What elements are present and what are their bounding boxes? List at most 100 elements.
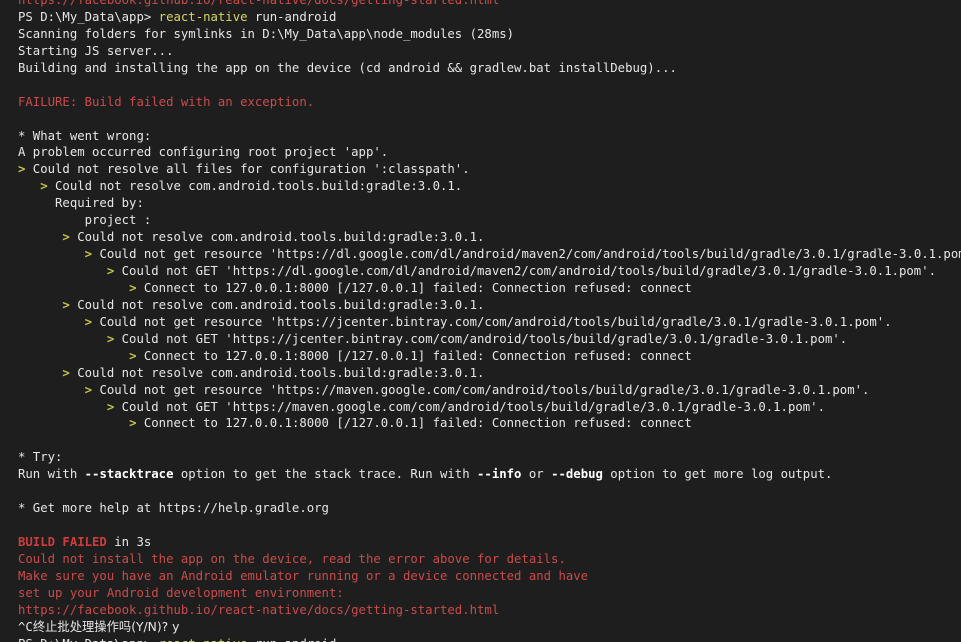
terminal-text-segment: Could not resolve com.android.tools.buil… (69, 365, 485, 380)
terminal-line: PS D:\My_Data\app> react-native run-andr… (18, 9, 961, 26)
terminal-text-segment: option to get more log output. (602, 467, 833, 482)
terminal-text-segment: Scanning folders for symlinks in D:\My_D… (18, 26, 515, 41)
terminal-text-segment: Run with (18, 467, 85, 482)
terminal-text-segment: Building and installing the app on the d… (18, 60, 677, 75)
terminal-line: > Could not get resource 'https://maven.… (18, 382, 961, 399)
terminal-text-segment: Could not resolve com.android.tools.buil… (69, 297, 485, 312)
terminal-line: Building and installing the app on the d… (18, 60, 961, 77)
terminal-window[interactable]: https://facebook.github.io/react-native/… (0, 0, 961, 642)
terminal-text-segment: or (521, 467, 552, 482)
terminal-text-segment: > (62, 365, 70, 380)
terminal-text-segment: PS D:\My_Data\app> (18, 9, 159, 24)
terminal-text-segment: --debug (551, 467, 603, 482)
terminal-text-segment: * Try: (18, 450, 63, 465)
terminal-text-segment: Connect to 127.0.0.1:8000 [/127.0.0.1] f… (136, 348, 692, 363)
terminal-line: Make sure you have an Android emulator r… (18, 568, 961, 585)
terminal-line: Scanning folders for symlinks in D:\My_D… (18, 26, 961, 43)
terminal-text-segment: Could not GET 'https://dl.google.com/dl/… (114, 264, 937, 278)
terminal-line: > Could not GET 'https://jcenter.bintray… (18, 331, 961, 348)
terminal-text-segment: --info (477, 467, 522, 482)
terminal-text-segment: A problem occurred configuring root proj… (18, 145, 389, 160)
terminal-text-segment: in 3s (106, 535, 152, 549)
terminal-line: > Could not resolve com.android.tools.bu… (18, 365, 961, 382)
terminal-text-segment: https://facebook.github.io/react-native/… (18, 602, 500, 617)
terminal-text-segment: Starting JS server... (18, 43, 174, 58)
terminal-text-segment: Required by: (18, 196, 144, 211)
terminal-text-segment: > (84, 314, 93, 329)
terminal-line: ^C终止批处理操作吗(Y/N)? y (18, 619, 961, 636)
terminal-text-segment: --stacktrace (84, 467, 174, 482)
terminal-line: > Could not get resource 'https://jcente… (18, 314, 961, 331)
terminal-text-segment: Make sure you have an Android emulator r… (18, 568, 589, 583)
terminal-line: > Could not resolve all files for config… (18, 161, 961, 178)
terminal-line: Run with --stacktrace option to get the … (18, 466, 961, 483)
terminal-text-segment: https://facebook.github.io/react-native/… (18, 0, 500, 7)
terminal-text-segment: Could not get resource 'https://dl.googl… (92, 247, 961, 262)
terminal-text-segment: FAILURE: Build failed with an exception. (18, 94, 315, 109)
terminal-line: > Could not resolve com.android.tools.bu… (18, 297, 961, 314)
terminal-text-segment: Could not resolve com.android.tools.buil… (69, 230, 485, 245)
terminal-line: > Connect to 127.0.0.1:8000 [/127.0.0.1]… (18, 348, 961, 365)
terminal-line: set up your Android development environm… (18, 585, 961, 602)
terminal-line: project : (18, 212, 961, 229)
terminal-text-segment: > (84, 247, 93, 262)
terminal-text-segment: Could not resolve all files for configur… (25, 162, 470, 177)
terminal-text-segment: set up your Android development environm… (18, 585, 344, 600)
terminal-text-segment: Connect to 127.0.0.1:8000 [/127.0.0.1] f… (136, 280, 692, 295)
terminal-text-segment: Could not install the app on the device,… (18, 551, 566, 566)
terminal-text-segment: > (40, 179, 48, 194)
terminal-text-segment: * Get more help at https://help.gradle.o… (18, 501, 329, 516)
terminal-line: > Could not resolve com.android.tools.bu… (18, 229, 961, 246)
terminal-line: > Could not get resource 'https://dl.goo… (18, 246, 961, 263)
terminal-text-segment: project : (18, 213, 152, 228)
terminal-text-segment: > (84, 382, 93, 397)
terminal-text-segment: option to get the stack trace. Run with (173, 467, 478, 482)
terminal-line: https://facebook.github.io/react-native/… (18, 0, 961, 9)
terminal-text-segment: run-android (248, 637, 336, 642)
terminal-line: Required by: (18, 195, 961, 212)
terminal-line: > Could not GET 'https://maven.google.co… (18, 399, 961, 416)
terminal-text-segment: Could not GET 'https://jcenter.bintray.c… (114, 331, 848, 346)
terminal-line: > Connect to 127.0.0.1:8000 [/127.0.0.1]… (18, 280, 961, 297)
terminal-text-segment: > (62, 230, 70, 245)
terminal-line: Starting JS server... (18, 43, 961, 60)
terminal-text-segment: * What went wrong: (18, 128, 152, 143)
terminal-line: FAILURE: Build failed with an exception. (18, 94, 961, 111)
terminal-line: Could not install the app on the device,… (18, 551, 961, 568)
terminal-text-segment: BUILD FAILED (18, 535, 107, 549)
terminal-text-segment: 终止批处理操作吗(Y/N)? y (32, 619, 180, 634)
terminal-text-segment: > (62, 297, 70, 312)
terminal-scrollback: https://facebook.github.io/react-native/… (18, 0, 961, 642)
terminal-line: A problem occurred configuring root proj… (18, 144, 961, 161)
terminal-text-segment: react-native (159, 637, 248, 642)
terminal-text-segment: Could not GET 'https://maven.google.com/… (114, 399, 825, 414)
terminal-line: BUILD FAILED in 3s (18, 534, 961, 551)
terminal-line: PS D:\My_Data\app> react-native run-andr… (18, 636, 961, 642)
terminal-line: > Connect to 127.0.0.1:8000 [/127.0.0.1]… (18, 415, 961, 432)
terminal-text-segment: Could not get resource 'https://jcenter.… (92, 314, 892, 329)
terminal-line: * What went wrong: (18, 128, 961, 145)
terminal-line: > Could not GET 'https://dl.google.com/d… (18, 263, 961, 280)
terminal-line: https://facebook.github.io/react-native/… (18, 602, 961, 619)
terminal-text-segment: run-android (247, 9, 337, 24)
terminal-line: * Try: (18, 449, 961, 466)
terminal-text-segment: Could not resolve com.android.tools.buil… (47, 179, 463, 194)
